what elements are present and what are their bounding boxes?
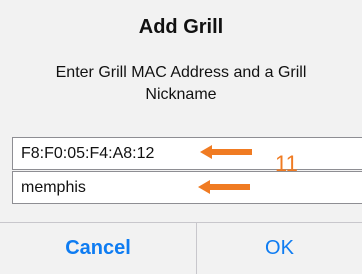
annotation-arrow-mac-icon — [200, 145, 252, 159]
annotation-arrow-nickname-icon — [198, 180, 250, 194]
annotation-step-number: 11 — [275, 151, 298, 176]
mac-address-field[interactable]: F8:F0:05:F4:A8:12 — [12, 137, 362, 170]
dialog-message: Enter Grill MAC Address and a Grill Nick… — [55, 64, 307, 103]
ok-button[interactable]: OK — [197, 223, 362, 274]
add-grill-dialog: Add Grill Enter Grill MAC Address and a … — [0, 0, 362, 274]
dialog-title: Add Grill — [138, 16, 224, 38]
cancel-button[interactable]: Cancel — [0, 223, 196, 274]
nickname-field[interactable]: memphis — [12, 171, 362, 204]
